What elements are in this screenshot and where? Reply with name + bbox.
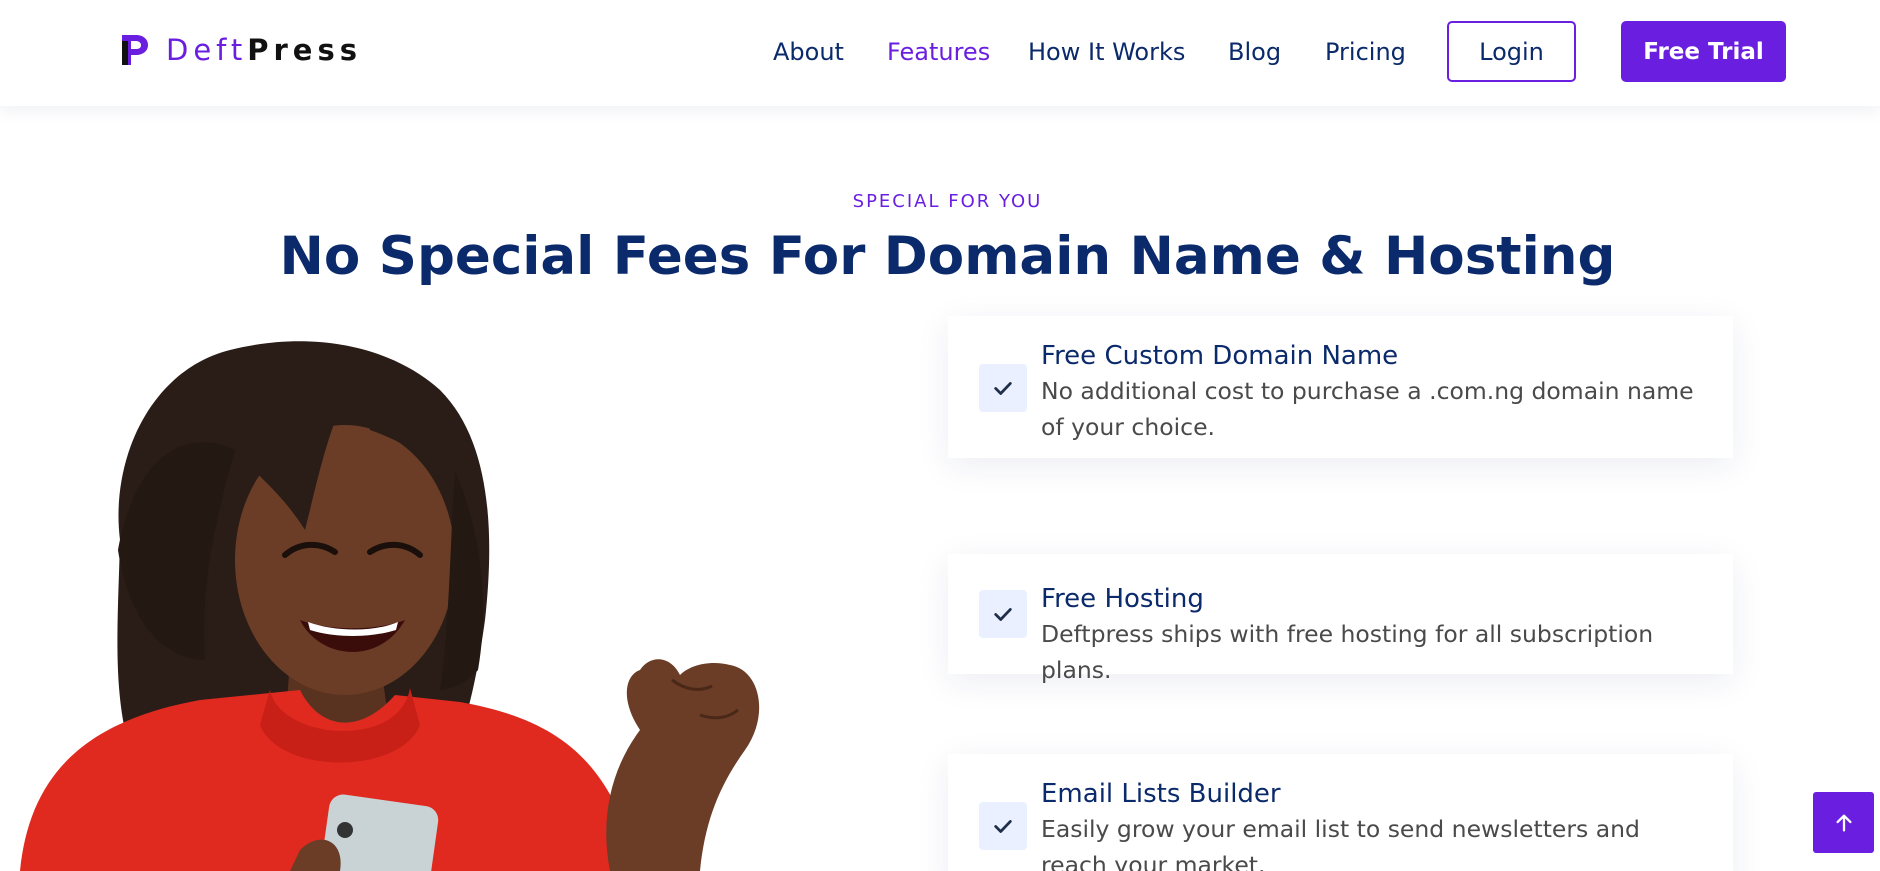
site-header: DeftPress About Features How It Works Bl… <box>0 0 1880 106</box>
brand-name-part2: Press <box>247 32 362 67</box>
feature-title: Free Custom Domain Name <box>1041 341 1399 371</box>
nav-link-about[interactable]: About <box>773 36 844 68</box>
check-box <box>979 802 1027 850</box>
deftpress-logo-icon <box>122 35 148 65</box>
feature-card-domain: Free Custom Domain Name No additional co… <box>948 316 1733 458</box>
section-eyebrow: SPECIAL FOR YOU <box>852 191 1043 212</box>
nav-link-pricing[interactable]: Pricing <box>1325 36 1406 68</box>
excited-woman-image <box>20 341 760 871</box>
check-icon <box>994 382 1012 395</box>
check-icon <box>994 820 1012 833</box>
brand-logo[interactable]: DeftPress <box>120 30 362 70</box>
brand-name: DeftPress <box>166 32 362 67</box>
feature-title: Email Lists Builder <box>1041 779 1281 809</box>
feature-card-hosting: Free Hosting Deftpress ships with free h… <box>948 554 1733 684</box>
check-icon <box>994 608 1012 621</box>
brand-name-part1: Deft <box>166 32 248 67</box>
scroll-to-top-button[interactable] <box>1813 792 1874 853</box>
feature-card-email: Email Lists Builder Easily grow your ema… <box>948 754 1733 871</box>
check-box <box>979 364 1027 412</box>
nav-link-blog[interactable]: Blog <box>1228 36 1281 68</box>
free-trial-button[interactable]: Free Trial <box>1621 21 1786 82</box>
feature-description: Easily grow your email list to send news… <box>1041 815 1640 871</box>
feature-title: Free Hosting <box>1041 584 1204 614</box>
feature-description: Deftpress ships with free hosting for al… <box>1041 620 1654 684</box>
nav-link-how-it-works[interactable]: How It Works <box>1028 36 1185 68</box>
check-box <box>979 590 1027 638</box>
arrow-up-icon <box>1835 814 1852 831</box>
section-title: No Special Fees For Domain Name & Hostin… <box>279 226 1616 287</box>
nav-link-features[interactable]: Features <box>887 36 990 68</box>
feature-description: No additional cost to purchase a .com.ng… <box>1041 377 1694 441</box>
login-button[interactable]: Login <box>1447 21 1576 82</box>
